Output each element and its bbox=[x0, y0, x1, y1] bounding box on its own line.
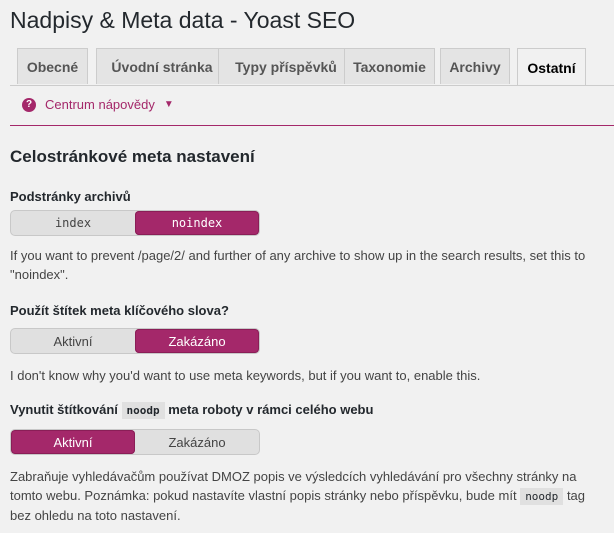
archive-subpages-noindex-option[interactable]: noindex bbox=[135, 211, 259, 235]
noodp-toggle: Aktivní Zakázáno bbox=[10, 429, 260, 455]
archive-subpages-toggle: index noindex bbox=[10, 210, 260, 236]
tab-other[interactable]: Ostatní bbox=[517, 48, 586, 86]
noodp-description-text-before: Zabraňuje vyhledávačům používat DMOZ pop… bbox=[10, 469, 577, 503]
noodp-description: Zabraňuje vyhledávačům používat DMOZ pop… bbox=[10, 467, 606, 525]
noodp-active-option[interactable]: Aktivní bbox=[11, 430, 135, 454]
meta-keywords-toggle: Aktivní Zakázáno bbox=[10, 328, 260, 354]
page-title: Nadpisy & Meta data - Yoast SEO bbox=[10, 7, 356, 33]
help-divider bbox=[10, 125, 614, 126]
tab-bar: Obecné Úvodní stránka Typy příspěvků Tax… bbox=[17, 48, 614, 86]
section-title: Celostránkové meta nastavení bbox=[10, 147, 255, 166]
noodp-disabled-option[interactable]: Zakázáno bbox=[135, 430, 259, 454]
caret-down-icon: ▼ bbox=[163, 99, 174, 110]
help-center-toggle[interactable]: ? Centrum nápovědy ▼ bbox=[22, 97, 174, 112]
tab-archives[interactable]: Archivy bbox=[440, 48, 510, 84]
tab-general[interactable]: Obecné bbox=[17, 48, 88, 84]
meta-keywords-label: Použít štítek meta klíčového slova? bbox=[10, 303, 229, 318]
noodp-description-code: noodp bbox=[520, 488, 564, 505]
meta-keywords-disabled-option[interactable]: Zakázáno bbox=[135, 329, 259, 353]
noodp-label-text-after: meta roboty v rámci celého webu bbox=[168, 402, 374, 417]
tab-homepage[interactable]: Úvodní stránka bbox=[96, 48, 228, 84]
meta-keywords-description: I don't know why you'd want to use meta … bbox=[10, 368, 481, 383]
tab-taxonomies[interactable]: Taxonomie bbox=[344, 48, 435, 84]
tab-post-types[interactable]: Typy příspěvků bbox=[218, 48, 354, 84]
meta-keywords-active-option[interactable]: Aktivní bbox=[11, 329, 135, 353]
archive-subpages-index-option[interactable]: index bbox=[11, 211, 135, 235]
question-icon: ? bbox=[22, 97, 36, 112]
tab-divider bbox=[10, 85, 614, 86]
noodp-label-code: noodp bbox=[121, 402, 165, 419]
noodp-label-text-before: Vynutit štítkování bbox=[10, 402, 118, 417]
archive-subpages-label: Podstránky archivů bbox=[10, 189, 131, 204]
archive-subpages-description: If you want to prevent /page/2/ and furt… bbox=[10, 248, 586, 282]
help-center-label: Centrum nápovědy bbox=[45, 97, 155, 112]
noodp-label: Vynutit štítkování noodp meta roboty v r… bbox=[10, 402, 374, 419]
